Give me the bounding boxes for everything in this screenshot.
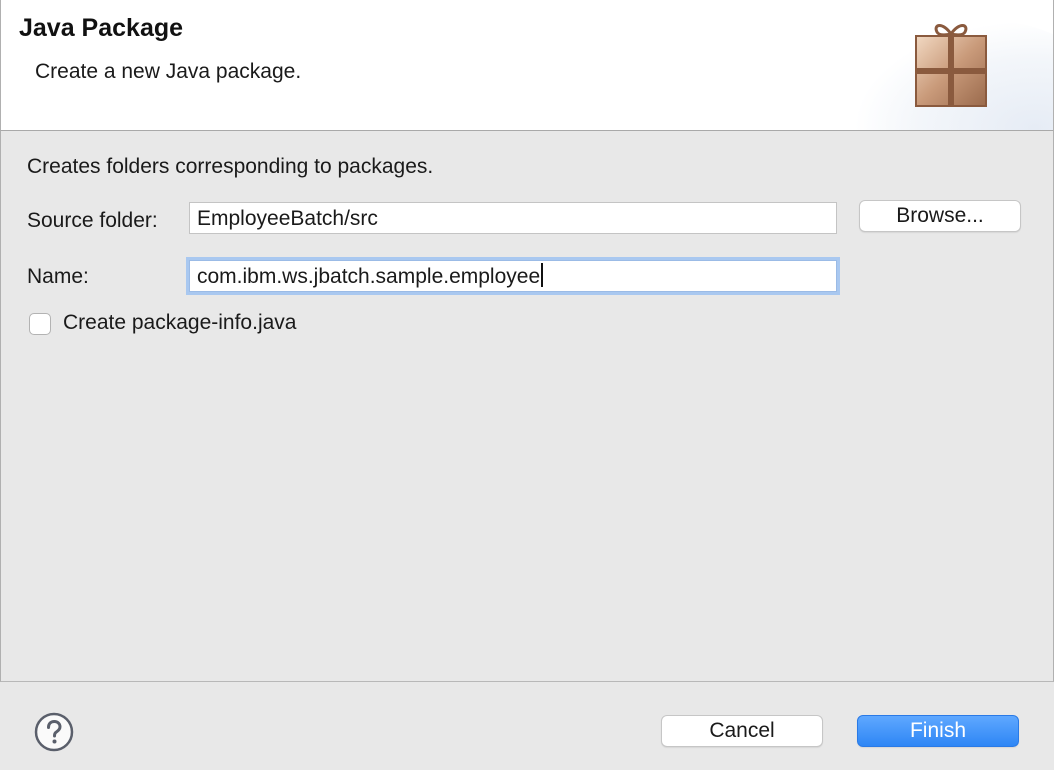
package-name-input[interactable]: com.ibm.ws.jbatch.sample.employee [189, 260, 837, 292]
new-java-package-dialog: Java Package Create a new Java package. … [0, 0, 1054, 770]
page-subtitle: Create a new Java package. [35, 60, 302, 83]
cancel-button[interactable]: Cancel [661, 715, 823, 747]
description-text: Creates folders corresponding to package… [27, 155, 434, 178]
wizard-body: Creates folders corresponding to package… [0, 131, 1054, 682]
package-name-value: com.ibm.ws.jbatch.sample.employee [197, 265, 541, 288]
name-label: Name: [27, 265, 89, 288]
text-caret [541, 263, 543, 288]
page-title: Java Package [19, 14, 184, 42]
create-package-info-checkbox[interactable] [29, 313, 51, 335]
source-folder-input[interactable]: EmployeeBatch/src [189, 202, 837, 234]
finish-button[interactable]: Finish [857, 715, 1019, 747]
question-mark-icon[interactable] [34, 712, 74, 752]
wizard-header: Java Package Create a new Java package. [0, 0, 1054, 131]
package-gift-icon [915, 24, 987, 107]
create-package-info-label[interactable]: Create package-info.java [63, 311, 296, 335]
browse-button[interactable]: Browse... [859, 200, 1021, 232]
button-bar: Cancel Finish [0, 682, 1054, 770]
source-folder-label: Source folder: [27, 209, 158, 232]
